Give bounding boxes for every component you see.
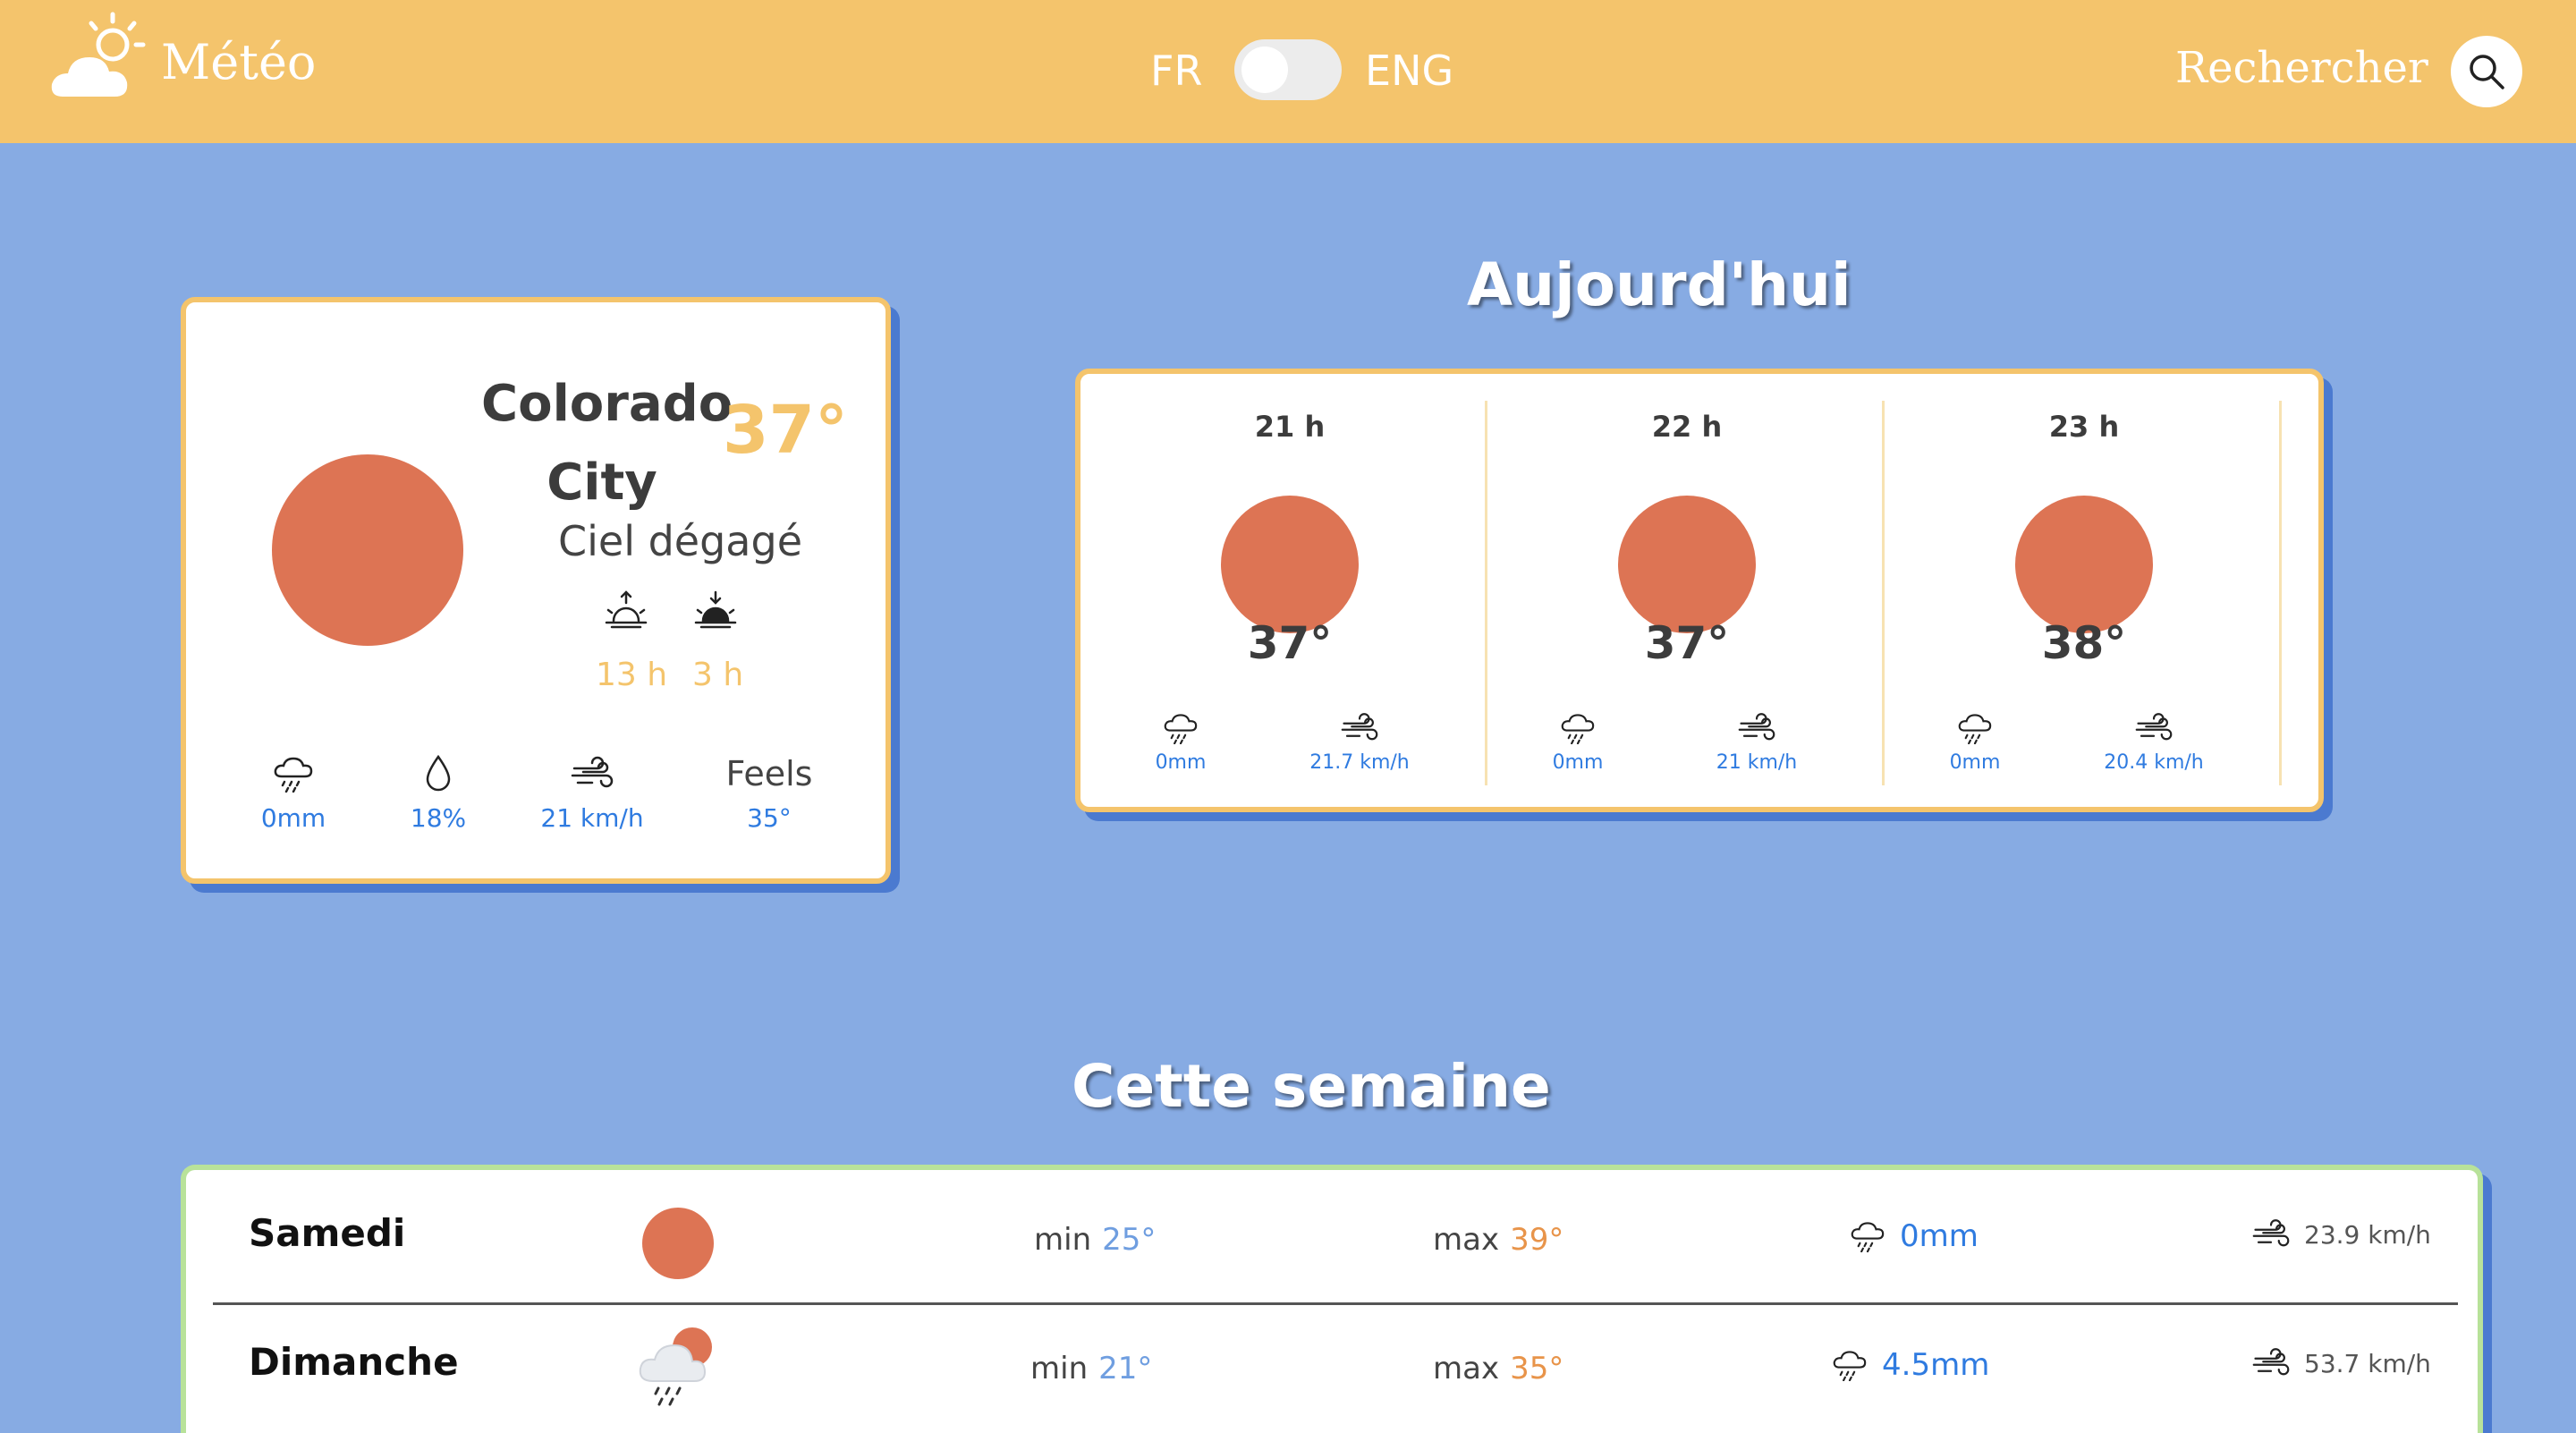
wind-icon — [1341, 713, 1378, 741]
droplet-icon — [426, 754, 451, 792]
hour-column: 23 h 38° 0mm 20.4 km/h — [1885, 399, 2283, 784]
rain-value: 4.5mm — [1882, 1347, 1990, 1383]
weather-logo-icon — [51, 12, 146, 97]
wind-icon — [2252, 1219, 2290, 1247]
hour-column: 21 h 37° 0mm 21.7 km/h — [1091, 399, 1488, 784]
feels-label: Feels — [725, 754, 813, 793]
feels-stat: Feels 35° — [707, 751, 832, 833]
hour-wind: 20.4 km/h — [2082, 712, 2225, 774]
hour-label: 21 h — [1254, 410, 1326, 444]
sunrise-time: 13 h — [596, 657, 668, 693]
hour-column: 22 h 37° 0mm 21 km/h — [1488, 399, 1885, 784]
min-label: min — [1034, 1222, 1092, 1258]
sun-icon — [642, 1208, 714, 1279]
hour-rain-value: 0mm — [1155, 751, 1207, 774]
hour-wind: 21 km/h — [1685, 712, 1828, 774]
search-label[interactable]: Rechercher — [2175, 43, 2428, 93]
humidity-stat: 18% — [376, 751, 501, 833]
min-label: min — [1030, 1351, 1089, 1386]
max-value: 39° — [1510, 1222, 1564, 1258]
language-toggle[interactable] — [1234, 39, 1342, 100]
hour-rain-value: 0mm — [1552, 751, 1604, 774]
feels-value: 35° — [747, 803, 792, 833]
max-temp: max 35° — [1433, 1351, 1563, 1386]
wind-stat: 21 km/h — [530, 751, 655, 833]
hourly-forecast-card: 21 h 37° 0mm 21.7 km/h 22 h 37° 0mm 21 k… — [1075, 369, 2324, 812]
day-rain: 4.5mm — [1832, 1347, 1989, 1383]
hour-wind-value: 21.7 km/h — [1309, 751, 1410, 774]
lang-fr-label: FR — [1150, 47, 1203, 95]
hour-wind: 21.7 km/h — [1288, 712, 1431, 774]
day-wind: 23.9 km/h — [2252, 1218, 2431, 1251]
max-value: 35° — [1510, 1351, 1564, 1386]
weather-condition: Ciel dégagé — [558, 517, 802, 565]
sun-icon — [2015, 496, 2153, 633]
max-label: max — [1433, 1351, 1500, 1386]
hour-temperature: 37° — [1247, 617, 1333, 669]
current-weather-card: Colorado City 37° Ciel dégagé 13 h 3 h 0… — [181, 297, 891, 884]
wind-icon — [571, 756, 614, 788]
sun-icon — [1221, 496, 1359, 633]
wind-value: 21 km/h — [540, 803, 644, 833]
sunrise-icon — [605, 590, 648, 629]
rain-icon — [1958, 714, 1992, 745]
rain-cloud-sun-icon — [639, 1327, 712, 1406]
max-label: max — [1433, 1222, 1500, 1258]
hour-rain-value: 0mm — [1949, 751, 2001, 774]
day-row[interactable]: Dimanche min 21° max 35° 4.5mm 53.7 km/h — [186, 1299, 2478, 1428]
day-name: Dimanche — [249, 1340, 459, 1384]
day-row[interactable]: Samedi min 25° max 39° 0mm 23.9 km/h — [186, 1170, 2478, 1299]
sunset-icon — [694, 590, 737, 629]
wind-value: 23.9 km/h — [2304, 1219, 2431, 1250]
wind-value: 53.7 km/h — [2304, 1348, 2431, 1378]
wind-icon — [2135, 713, 2173, 741]
rain-icon — [274, 757, 313, 793]
toggle-knob — [1241, 47, 1288, 93]
hour-divider — [2279, 401, 2282, 785]
day-name: Samedi — [249, 1211, 406, 1255]
hour-divider — [1485, 401, 1487, 785]
sun-icon — [1618, 496, 1756, 633]
day-rain: 0mm — [1850, 1218, 1979, 1254]
rain-icon — [1833, 1351, 1867, 1381]
search-button[interactable] — [2451, 36, 2522, 107]
rain-icon — [1561, 714, 1595, 745]
hour-rain: 0mm — [1930, 712, 2020, 774]
lang-en-label: ENG — [1365, 47, 1454, 95]
top-bar: Météo FR ENG Rechercher — [0, 0, 2576, 143]
app-title[interactable]: Météo — [161, 34, 316, 90]
rain-value: 0mm — [1900, 1218, 1979, 1254]
day-wind: 53.7 km/h — [2252, 1347, 2431, 1379]
min-value: 21° — [1098, 1351, 1153, 1386]
hour-temperature: 37° — [1644, 617, 1730, 669]
week-title: Cette semaine — [1072, 1052, 1551, 1121]
city-name: Colorado City — [481, 375, 733, 512]
min-temp: min 25° — [1034, 1222, 1156, 1258]
hour-label: 23 h — [2048, 410, 2120, 444]
hour-rain: 0mm — [1533, 712, 1623, 774]
hour-wind-value: 20.4 km/h — [2104, 751, 2204, 774]
search-icon — [2470, 55, 2504, 89]
humidity-value: 18% — [410, 803, 467, 833]
min-value: 25° — [1102, 1222, 1157, 1258]
rain-stat: 0mm — [231, 751, 356, 833]
rain-icon — [1851, 1222, 1885, 1252]
sunset-time: 3 h — [692, 657, 744, 693]
today-title: Aujourd'hui — [1467, 250, 1852, 319]
hour-wind-value: 21 km/h — [1716, 751, 1798, 774]
max-temp: max 39° — [1433, 1222, 1563, 1258]
wind-icon — [2252, 1348, 2290, 1376]
current-temperature: 37° — [723, 392, 848, 469]
weekly-forecast-card: Samedi min 25° max 39° 0mm 23.9 km/h Dim… — [181, 1165, 2483, 1433]
wind-icon — [1738, 713, 1775, 741]
min-temp: min 21° — [1030, 1351, 1152, 1386]
rain-value: 0mm — [260, 803, 326, 833]
hour-rain: 0mm — [1136, 712, 1225, 774]
hour-divider — [1882, 401, 1885, 785]
hour-temperature: 38° — [2041, 617, 2127, 669]
sun-icon — [272, 454, 463, 646]
rain-icon — [1164, 714, 1198, 745]
hour-label: 22 h — [1651, 410, 1723, 444]
